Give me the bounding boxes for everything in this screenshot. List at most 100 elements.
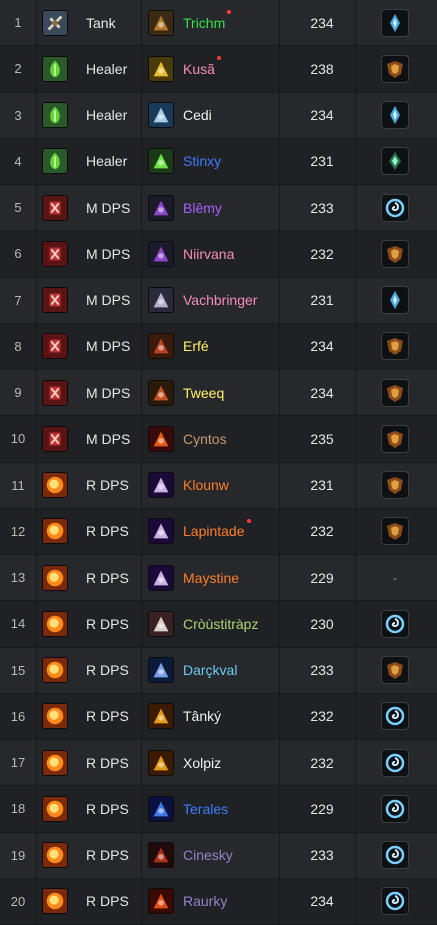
player-name[interactable]: Trichm <box>183 0 232 45</box>
player-name-text[interactable]: Maystine <box>183 570 239 586</box>
player-name[interactable]: Klounw <box>183 463 229 508</box>
table-row[interactable]: 2 Healer Kusã 238 <box>0 46 437 93</box>
player-name-text[interactable]: Tweeq <box>183 385 224 401</box>
item-level: 232 <box>310 523 334 540</box>
priest-discipline-icon <box>148 102 174 129</box>
row-number: 18 <box>10 801 26 817</box>
melee-dps-icon <box>42 333 68 360</box>
row-number: 16 <box>10 708 26 724</box>
item-level: 232 <box>310 708 334 725</box>
venthyr-covenant-icon <box>381 239 409 268</box>
row-number: 12 <box>10 523 26 539</box>
item-level: 230 <box>310 615 334 632</box>
nightfae-covenant-icon <box>381 841 409 870</box>
player-name-text[interactable]: Raurky <box>183 893 227 909</box>
table-row[interactable]: 12 R DPS Lapintade 232 <box>0 508 437 555</box>
table-row[interactable]: 9 M DPS Tweeq 234 <box>0 370 437 417</box>
player-name-text[interactable]: Cinesky <box>183 847 233 863</box>
tank-icon <box>42 9 68 36</box>
warrior-arms-icon <box>148 333 174 360</box>
player-name-text[interactable]: Erfé <box>183 338 209 354</box>
player-name-text[interactable]: Kusã <box>183 61 215 77</box>
table-row[interactable]: 10 M DPS Cyntos 235 <box>0 416 437 463</box>
player-name-text[interactable]: Klounw <box>183 477 229 493</box>
venthyr-covenant-icon <box>381 378 409 407</box>
row-number: 17 <box>10 755 26 771</box>
player-name-text[interactable]: Cròùstitràpz <box>183 616 258 632</box>
item-level: 231 <box>310 292 334 309</box>
player-name[interactable]: Cyntos <box>183 416 227 461</box>
table-row[interactable]: 15 R DPS Darçkval 233 <box>0 647 437 694</box>
rogue-icon <box>148 379 174 406</box>
player-name-text[interactable]: Darçkval <box>183 662 237 678</box>
melee-dps-icon <box>42 379 68 406</box>
table-row[interactable]: 13 R DPS Maystine 229 - <box>0 555 437 602</box>
player-name[interactable]: Xolpiz <box>183 740 221 785</box>
row-number: 19 <box>10 847 26 863</box>
role-label: R DPS <box>86 708 129 725</box>
role-label: R DPS <box>86 523 129 540</box>
player-name[interactable]: Raurky <box>183 879 227 924</box>
role-label: R DPS <box>86 615 129 632</box>
table-row[interactable]: 20 R DPS Raurky 234 <box>0 878 437 925</box>
nightfae-covenant-icon <box>381 702 409 731</box>
table-row[interactable]: 19 R DPS Cinesky 233 <box>0 832 437 879</box>
player-name[interactable]: Kusã <box>183 46 221 91</box>
table-row[interactable]: 1 Tank Trichm 234 <box>0 0 437 47</box>
table-row[interactable]: 14 R DPS Cròùstitràpz 230 <box>0 601 437 648</box>
mage-arcane-icon <box>148 518 174 545</box>
item-level: 234 <box>310 893 334 910</box>
player-name-text[interactable]: Lapintade <box>183 523 245 539</box>
table-row[interactable]: 16 R DPS Tânký 232 <box>0 693 437 740</box>
table-row[interactable]: 18 R DPS Terales 229 <box>0 786 437 833</box>
ranged-dps-icon <box>42 610 68 637</box>
shaman-restoration-icon <box>148 148 174 175</box>
player-name-text[interactable]: Tânký <box>183 708 221 724</box>
table-row[interactable]: 5 M DPS Blêmy 233 <box>0 185 437 232</box>
player-name-text[interactable]: Cedi <box>183 107 212 123</box>
player-name[interactable]: Cedi <box>183 93 212 138</box>
player-name[interactable]: Cròùstitràpz <box>183 601 258 646</box>
player-name[interactable]: Lapintade <box>183 509 251 554</box>
player-name[interactable]: Darçkval <box>183 648 237 693</box>
table-row[interactable]: 7 M DPS Vachbringer 231 <box>0 277 437 324</box>
player-name[interactable]: Stinxy <box>183 139 221 184</box>
player-name[interactable]: Maystine <box>183 555 239 600</box>
role-label: R DPS <box>86 662 129 679</box>
player-name-text[interactable]: Trichm <box>183 15 225 31</box>
player-name-text[interactable]: Terales <box>183 801 228 817</box>
kyrian-covenant-icon <box>381 8 409 37</box>
item-level: 231 <box>310 153 334 170</box>
item-level: 234 <box>310 384 334 401</box>
player-name[interactable]: Cinesky <box>183 833 233 878</box>
melee-dps-icon <box>42 240 68 267</box>
row-number: 15 <box>10 662 26 678</box>
table-row[interactable]: 8 M DPS Erfé 234 <box>0 323 437 370</box>
player-name-text[interactable]: Stinxy <box>183 153 221 169</box>
player-name[interactable]: Blêmy <box>183 185 222 230</box>
player-name-text[interactable]: Xolpiz <box>183 755 221 771</box>
player-name-text[interactable]: Niirvana <box>183 246 234 262</box>
player-name[interactable]: Vachbringer <box>183 278 257 323</box>
healer-icon <box>42 148 68 175</box>
table-row[interactable]: 17 R DPS Xolpiz 232 <box>0 740 437 787</box>
player-name-text[interactable]: Vachbringer <box>183 292 257 308</box>
role-label: Healer <box>86 107 128 124</box>
ranged-dps-icon <box>42 518 68 545</box>
row-number: 9 <box>14 385 22 401</box>
role-label: R DPS <box>86 477 129 494</box>
player-name[interactable]: Niirvana <box>183 231 234 276</box>
player-name[interactable]: Erfé <box>183 324 209 369</box>
table-row[interactable]: 4 Healer Stinxy 231 <box>0 138 437 185</box>
no-covenant-dash: - <box>393 570 397 585</box>
player-name[interactable]: Tweeq <box>183 370 224 415</box>
player-name-text[interactable]: Cyntos <box>183 431 227 447</box>
item-level: 233 <box>310 199 334 216</box>
druid-guardian-icon <box>148 9 174 36</box>
table-row[interactable]: 11 R DPS Klounw 231 <box>0 462 437 509</box>
player-name[interactable]: Terales <box>183 786 228 831</box>
table-row[interactable]: 6 M DPS Niirvana 232 <box>0 231 437 278</box>
player-name[interactable]: Tânký <box>183 694 221 739</box>
player-name-text[interactable]: Blêmy <box>183 200 222 216</box>
table-row[interactable]: 3 Healer Cedi 234 <box>0 92 437 139</box>
